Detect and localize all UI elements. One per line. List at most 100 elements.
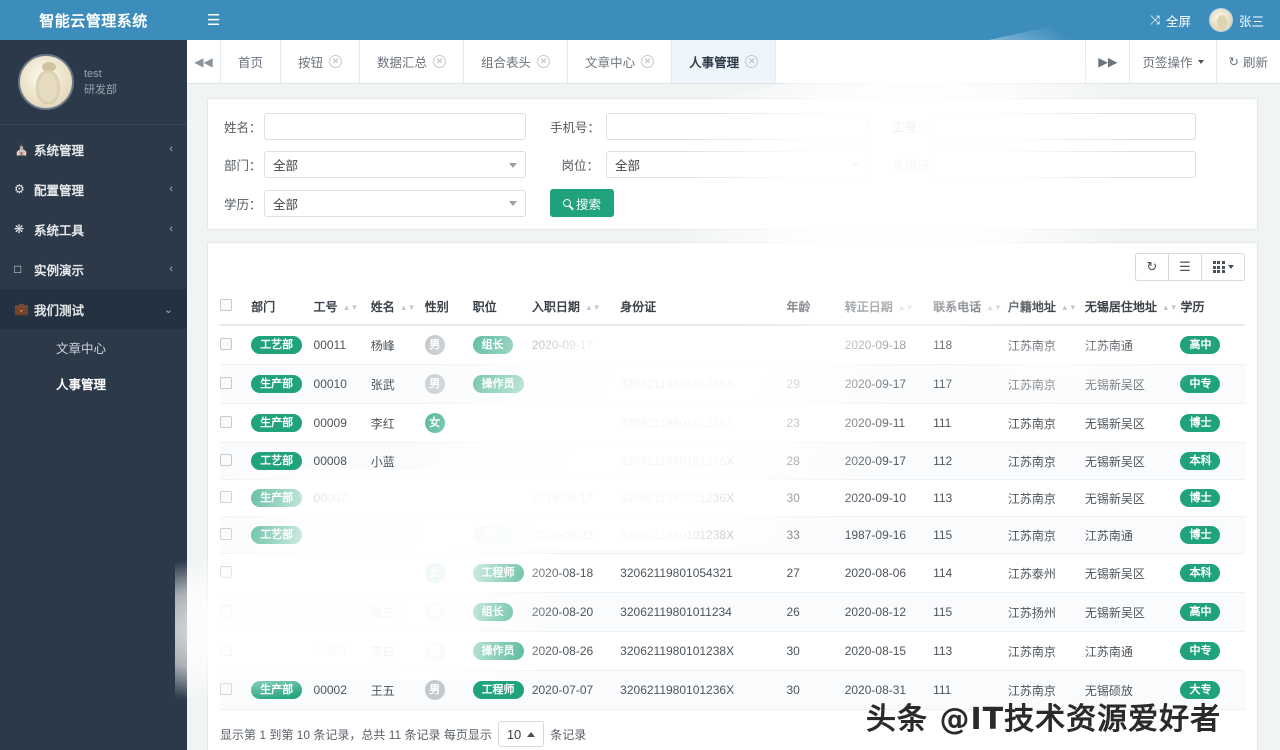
tabs-scroll-right-icon[interactable]: ▶▶ xyxy=(1086,40,1131,83)
close-icon[interactable]: ✕ xyxy=(745,55,759,68)
row-checkbox[interactable] xyxy=(220,682,232,695)
refresh-button[interactable]: ↻ 刷新 xyxy=(1217,40,1280,83)
table-row[interactable]: 女 工程师 2020-08-18 32062119801054321 27 2020-08… xyxy=(220,553,1245,593)
column-header-regdate[interactable]: 转正日期 ▲▼ xyxy=(844,289,934,326)
close-icon[interactable]: ✕ xyxy=(329,55,343,68)
cell-phone: 112 xyxy=(933,442,1008,480)
position-badge: 操作员 xyxy=(472,642,524,660)
column-header-gender[interactable]: 性别 xyxy=(424,289,473,326)
position-select[interactable]: 全部 xyxy=(606,151,868,178)
phone-input[interactable] xyxy=(606,113,868,140)
cell-age: 27 xyxy=(786,553,845,593)
column-header-name[interactable]: 姓名 ▲▼ xyxy=(370,289,425,326)
sidebar-item-system-management[interactable]: ⛪ 系统管理 ‹ xyxy=(0,129,187,169)
sidebar-item-config-management[interactable]: ⚙ 配置管理 ‹ xyxy=(0,169,187,209)
row-checkbox[interactable] xyxy=(220,604,232,617)
sidebar-item-label: 实例演示 xyxy=(34,263,85,278)
row-checkbox-cell[interactable] xyxy=(220,670,252,710)
tab-home[interactable]: 首页 xyxy=(221,40,282,83)
sidebar-subitem-hr-management[interactable]: 人事管理 xyxy=(0,365,187,401)
page-size-select[interactable]: 10 xyxy=(497,721,545,747)
row-checkbox[interactable] xyxy=(220,415,232,428)
row-checkbox-cell[interactable] xyxy=(220,442,252,480)
cell-hiredate: 2020-09-23 xyxy=(531,516,621,554)
row-checkbox-cell[interactable] xyxy=(220,479,252,517)
column-header-hometown[interactable]: 户籍地址 ▲▼ xyxy=(1007,289,1085,326)
column-header-position[interactable]: 职位 xyxy=(472,289,532,326)
table-row[interactable]: 生产部 00007 2019-09-17 3206211980101236X 30 202… xyxy=(220,479,1245,517)
column-header-phone[interactable]: 联系电话 ▲▼ xyxy=(933,289,1008,326)
name-input[interactable] xyxy=(264,113,526,140)
row-checkbox[interactable] xyxy=(220,643,232,656)
row-checkbox[interactable] xyxy=(220,376,232,389)
row-checkbox-cell[interactable] xyxy=(220,553,252,593)
table-row[interactable]: 工艺部 00011 杨峰男 组长 2020-09-17 2020-09-18 118 江苏南京… xyxy=(220,325,1245,365)
tabs-scroll-left-icon[interactable]: ◀◀ xyxy=(187,40,221,83)
cell-position xyxy=(472,479,532,517)
cell-idcard xyxy=(620,325,787,365)
row-checkbox[interactable] xyxy=(220,527,232,540)
table-row[interactable]: 张三男 组长 2020-08-20 32062119801011234 26 2020-0… xyxy=(220,592,1245,632)
tab-operations-dropdown[interactable]: 页签操作 xyxy=(1130,40,1217,83)
column-header-hiredate[interactable]: 入职日期 ▲▼ xyxy=(531,289,621,326)
field-education: 学历： 全部 xyxy=(224,189,526,217)
sidebar-item-demo[interactable]: □ 实例演示 ‹ xyxy=(0,249,187,289)
search-form-row: 部门： 全部 岗位： 全部 身份证： xyxy=(224,151,1241,178)
close-icon[interactable]: ✕ xyxy=(433,55,447,68)
row-checkbox-cell[interactable] xyxy=(220,325,252,365)
column-header-address[interactable]: 无锡居住地址 ▲▼ xyxy=(1084,289,1181,326)
table-toolbar: ↻ ☰ xyxy=(208,243,1257,289)
search-button[interactable]: 搜索 xyxy=(550,189,615,217)
tab-data-summary[interactable]: 数据汇总 ✕ xyxy=(360,40,465,83)
table-row[interactable]: 工艺部 00008 小蓝 3206211980101236X 28 2020-09-17 1… xyxy=(220,442,1245,480)
user-menu[interactable]: 张三 xyxy=(1208,8,1264,32)
column-label: 年龄 xyxy=(786,300,811,314)
cell-hiredate: 2020-09-17 xyxy=(531,325,621,365)
select-all-checkbox[interactable] xyxy=(220,299,232,311)
column-header-education[interactable]: 学历 xyxy=(1180,289,1245,326)
brand-logo[interactable]: 智能云管理系统 xyxy=(0,0,187,40)
cell-hometown: 江苏南京 xyxy=(1007,516,1085,554)
table-row[interactable]: 生产部 00010 张武男 操作员 3206211980101236X 29 2020-09… xyxy=(220,364,1245,404)
sidebar-nav: ⛪ 系统管理 ‹ ⚙ 配置管理 ‹ ❋ 系统工具 ‹ □ 实例演示 ‹ 💼 我们… xyxy=(0,129,187,401)
close-icon[interactable]: ✕ xyxy=(537,55,551,68)
row-checkbox-cell[interactable] xyxy=(220,592,252,632)
cell-position: 组长 xyxy=(472,516,532,554)
row-checkbox-cell[interactable] xyxy=(220,516,252,554)
row-checkbox-cell[interactable] xyxy=(220,403,252,443)
hamburger-icon[interactable]: ☰ xyxy=(201,9,226,32)
tab-combined-header[interactable]: 组合表头 ✕ xyxy=(464,40,569,83)
close-icon[interactable]: ✕ xyxy=(641,55,655,68)
list-view-icon[interactable]: ☰ xyxy=(1168,253,1202,281)
cell-hometown: 江苏南京 xyxy=(1007,479,1085,517)
column-header-empno[interactable]: 工号 ▲▼ xyxy=(313,289,371,326)
idcard-input[interactable] xyxy=(934,151,1196,178)
row-checkbox[interactable] xyxy=(220,565,232,578)
tab-hr-management[interactable]: 人事管理 ✕ xyxy=(672,40,777,83)
row-checkbox[interactable] xyxy=(220,453,232,466)
column-header-dept[interactable]: 部门 xyxy=(251,289,314,326)
sidebar-subitem-article-center[interactable]: 文章中心 xyxy=(0,329,187,365)
refresh-icon[interactable]: ↻ xyxy=(1135,253,1169,281)
tab-article-center[interactable]: 文章中心 ✕ xyxy=(568,40,673,83)
table-row[interactable]: 生产部 00009 李红女 32062119801012367 23 2020-09-11… xyxy=(220,403,1245,443)
column-header-idcard[interactable]: 身份证 xyxy=(620,289,787,326)
column-header-age[interactable]: 年龄 xyxy=(786,289,845,326)
education-select[interactable]: 全部 xyxy=(264,189,526,217)
row-checkbox-cell[interactable] xyxy=(220,364,252,404)
table-row[interactable]: 00003 李四男 操作员 2020-08-26 3206211980101238X 30… xyxy=(220,631,1245,671)
sidebar-item-system-tools[interactable]: ❋ 系统工具 ‹ xyxy=(0,209,187,249)
gender-badge: 男 xyxy=(424,374,445,394)
tab-buttons[interactable]: 按钮 ✕ xyxy=(281,40,361,83)
tools-icon: ❋ xyxy=(14,222,25,236)
columns-icon[interactable] xyxy=(1201,253,1245,281)
row-checkbox-cell[interactable] xyxy=(220,631,252,671)
department-select[interactable]: 全部 xyxy=(264,151,526,178)
sidebar-item-our-test[interactable]: 💼 我们测试 ⌄ xyxy=(0,289,187,329)
row-checkbox[interactable] xyxy=(220,490,232,503)
fullscreen-button[interactable]: ⤨ 全屏 xyxy=(1150,11,1191,30)
row-checkbox[interactable] xyxy=(220,337,232,350)
cell-age: 30 xyxy=(786,479,845,517)
table-row[interactable]: 工艺部 组长 2020-09-23 3206211980101238X 33 1987-0… xyxy=(220,516,1245,554)
empno-input[interactable] xyxy=(934,113,1196,140)
